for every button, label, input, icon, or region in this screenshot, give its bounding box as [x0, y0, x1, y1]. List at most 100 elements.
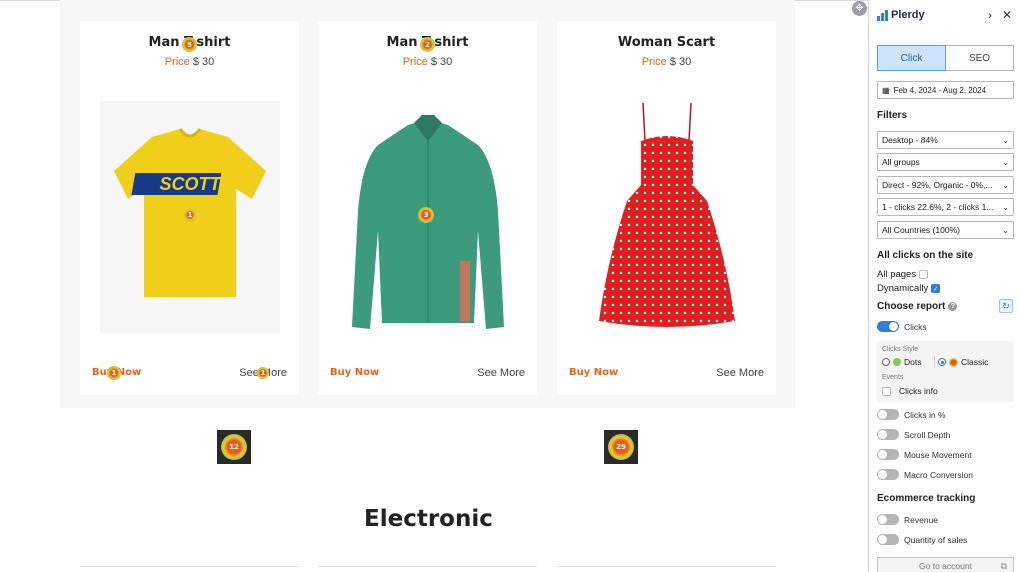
chevron-right-icon[interactable]: › [988, 8, 992, 22]
date-range-picker[interactable]: ▦ Feb 4, 2024 - Aug 2, 2024 [877, 81, 1014, 99]
product-price: Price $ 30 [557, 56, 776, 68]
revenue-toggle[interactable] [877, 514, 899, 525]
price-value: $ 30 [669, 56, 692, 68]
tab-seo[interactable]: SEO [946, 45, 1014, 71]
red-dress-image[interactable] [577, 101, 757, 333]
clicks-toggle[interactable] [877, 321, 899, 332]
product-card-3[interactable]: Woman Scart Price $ 30 Buy Now See More [557, 21, 776, 395]
date-range-value: Feb 4, 2024 - Aug 2, 2024 [893, 85, 987, 95]
clicks-percent-row[interactable]: Clicks in % [877, 409, 946, 420]
tab-click[interactable]: Click [877, 45, 946, 71]
dots-radio[interactable] [882, 358, 890, 366]
clicks-info-row[interactable]: Clicks info [882, 386, 938, 396]
heatmap-marker[interactable]: 1 [107, 366, 121, 380]
chevron-down-icon: ⌄ [1002, 180, 1009, 190]
green-dot-icon [893, 358, 901, 366]
product-card-stub [80, 566, 299, 572]
dynamically-label: Dynamically [877, 283, 929, 294]
product-card-stub [318, 566, 537, 572]
price-label: Price [641, 56, 667, 68]
filters-heading: Filters [877, 110, 908, 121]
dynamically-row[interactable]: Dynamically ✓ [877, 283, 941, 294]
mouse-movement-row[interactable]: Mouse Movement [877, 449, 972, 460]
heatmap-marker[interactable]: 3 [418, 207, 434, 223]
product-price: Price $ 30 [318, 56, 537, 68]
device-filter-select[interactable]: Desktop - 84% ⌄ [877, 131, 1014, 149]
dots-label: Dots [904, 357, 922, 367]
style-classic-option[interactable]: Classic [938, 357, 988, 367]
section-heading: Electronic [364, 506, 493, 532]
group-filter-select[interactable]: All groups ⌄ [877, 153, 1014, 171]
product-card-1[interactable]: Man T-shirt Price $ 30 SCOTT Buy Now See… [80, 21, 299, 395]
info-icon[interactable]: ? [948, 302, 958, 311]
move-handle-icon[interactable]: ✥ [852, 1, 867, 16]
macro-conversion-toggle[interactable] [877, 469, 899, 480]
price-label: Price [164, 56, 190, 68]
select-value: 1 - clicks 22.6%, 2 - clicks 1... [882, 202, 994, 212]
product-card-2[interactable]: Man T-shirt Price $ 30 Buy Now See More … [318, 21, 537, 395]
toggle-label: Clicks in % [904, 409, 946, 420]
go-to-account-button[interactable]: Go to account ⧉ [877, 557, 1014, 572]
ecommerce-heading: Ecommerce tracking [877, 493, 976, 504]
buy-now-link[interactable]: Buy Now [330, 367, 379, 378]
chevron-down-icon: ⌄ [1002, 157, 1009, 167]
price-value: $ 30 [430, 56, 453, 68]
see-more-link[interactable]: See More [477, 367, 525, 379]
clicks-percent-toggle[interactable] [877, 409, 899, 420]
quantity-sales-row[interactable]: Quantity of sales [877, 534, 967, 545]
calendar-icon: ▦ [882, 85, 890, 95]
select-value: Desktop - 84% [882, 135, 938, 145]
macro-conversion-row[interactable]: Macro Conversion [877, 469, 973, 480]
heatmap-marker[interactable]: 12 [221, 434, 247, 460]
product-grid: Man T-shirt Price $ 30 SCOTT Buy Now See… [60, 0, 795, 408]
see-more-link[interactable]: See More [716, 367, 764, 379]
clicks-label: Clicks [904, 321, 927, 332]
chevron-down-icon: ⌄ [1002, 225, 1009, 235]
scroll-depth-toggle[interactable] [877, 429, 899, 440]
chevron-down-icon: ⌄ [1002, 202, 1009, 212]
dynamically-checkbox[interactable]: ✓ [931, 284, 941, 293]
all-pages-label: All pages [877, 269, 917, 280]
clicks-info-label: Clicks info [899, 386, 938, 396]
heatmap-box[interactable]: 12 [217, 430, 251, 464]
logo-bars-icon [877, 9, 888, 21]
external-link-icon: ⧉ [1000, 561, 1007, 571]
all-pages-checkbox[interactable] [919, 270, 929, 279]
clicks-toggle-row[interactable]: Clicks [877, 321, 927, 332]
heatmap-marker[interactable]: 5 [182, 37, 197, 52]
quantity-sales-toggle[interactable] [877, 534, 899, 545]
heatmap-marker[interactable]: 29 [608, 434, 634, 460]
source-filter-select[interactable]: Direct - 92%, Organic - 0%,... ⌄ [877, 176, 1014, 194]
revenue-row[interactable]: Revenue [877, 514, 938, 525]
product-price: Price $ 30 [80, 56, 299, 68]
report-tabs: Click SEO [877, 45, 1014, 71]
heatmap-marker[interactable]: 1 [184, 209, 196, 221]
clicks-filter-select[interactable]: 1 - clicks 22.6%, 2 - clicks 1... ⌄ [877, 198, 1014, 216]
price-value: $ 30 [192, 56, 215, 68]
plerdy-panel: Plerdy › ✕ Click SEO ▦ Feb 4, 2024 - Aug… [868, 0, 1019, 572]
svg-text:SCOTT: SCOTT [160, 174, 223, 194]
choose-report-heading: Choose report ? [877, 301, 958, 312]
heatmap-marker[interactable]: 2 [420, 37, 435, 52]
scroll-depth-row[interactable]: Scroll Depth [877, 429, 950, 440]
price-label: Price [402, 56, 428, 68]
all-pages-row[interactable]: All pages [877, 269, 929, 280]
all-clicks-heading: All clicks on the site [877, 250, 974, 261]
heatmap-marker[interactable]: 1 [257, 367, 269, 379]
country-filter-select[interactable]: All Countries (100%) ⌄ [877, 221, 1014, 239]
style-dots-option[interactable]: Dots [882, 357, 921, 367]
heatmap-box[interactable]: 29 [604, 430, 638, 464]
choose-report-label: Choose report [877, 301, 946, 312]
classic-radio[interactable] [938, 358, 946, 366]
mouse-movement-toggle[interactable] [877, 449, 899, 460]
buy-now-link[interactable]: Buy Now [569, 367, 618, 378]
clicks-info-checkbox[interactable] [882, 386, 891, 396]
product-title[interactable]: Woman Scart [557, 35, 776, 50]
toggle-label: Macro Conversion [904, 469, 973, 480]
close-icon[interactable]: ✕ [1002, 8, 1012, 22]
refresh-icon[interactable]: ↻ [999, 299, 1013, 313]
select-value: Direct - 92%, Organic - 0%,... [882, 180, 993, 190]
product-card-stub [557, 566, 776, 572]
select-value: All Countries (100%) [882, 225, 960, 235]
classic-label: Classic [961, 357, 989, 367]
